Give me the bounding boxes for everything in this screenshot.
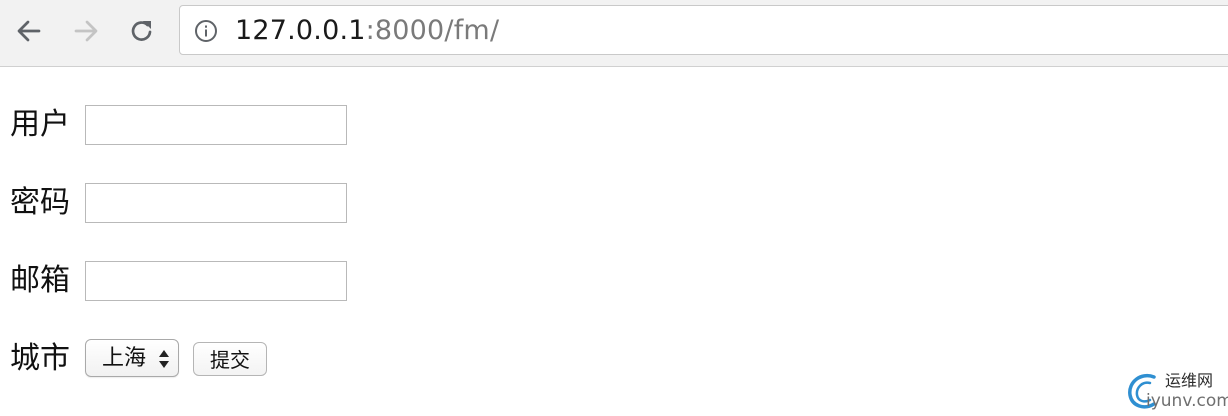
browser-toolbar: 127.0.0.1:8000/fm/ — [0, 0, 1228, 67]
watermark-en-text: iyunv.com — [1146, 391, 1228, 411]
url-text: 127.0.0.1:8000/fm/ — [235, 16, 499, 46]
arrow-right-icon — [74, 20, 98, 42]
city-select[interactable]: 上海 — [85, 339, 179, 377]
url-path: :8000/fm/ — [365, 15, 500, 46]
reload-button[interactable] — [124, 13, 160, 49]
address-bar[interactable]: 127.0.0.1:8000/fm/ — [179, 5, 1228, 55]
back-button[interactable] — [11, 13, 47, 49]
submit-button[interactable]: 提交 — [193, 342, 267, 376]
reload-icon — [131, 21, 152, 41]
password-input[interactable] — [85, 183, 347, 223]
city-label: 城市 — [10, 341, 70, 376]
watermark: 运维网 iyunv.com — [1124, 370, 1228, 414]
url-host: 127.0.0.1 — [235, 15, 366, 46]
email-input[interactable] — [85, 261, 347, 301]
email-label: 邮箱 — [10, 263, 70, 298]
user-input[interactable] — [85, 105, 347, 145]
up-down-arrows-icon — [159, 350, 169, 368]
user-label: 用户 — [10, 107, 70, 142]
watermark-cn-text: 运维网 — [1165, 371, 1214, 390]
arrow-left-icon — [17, 20, 41, 42]
forward-button[interactable] — [68, 13, 104, 49]
city-select-value: 上海 — [102, 346, 147, 371]
info-circle-icon[interactable] — [194, 19, 218, 43]
password-label: 密码 — [10, 185, 70, 220]
